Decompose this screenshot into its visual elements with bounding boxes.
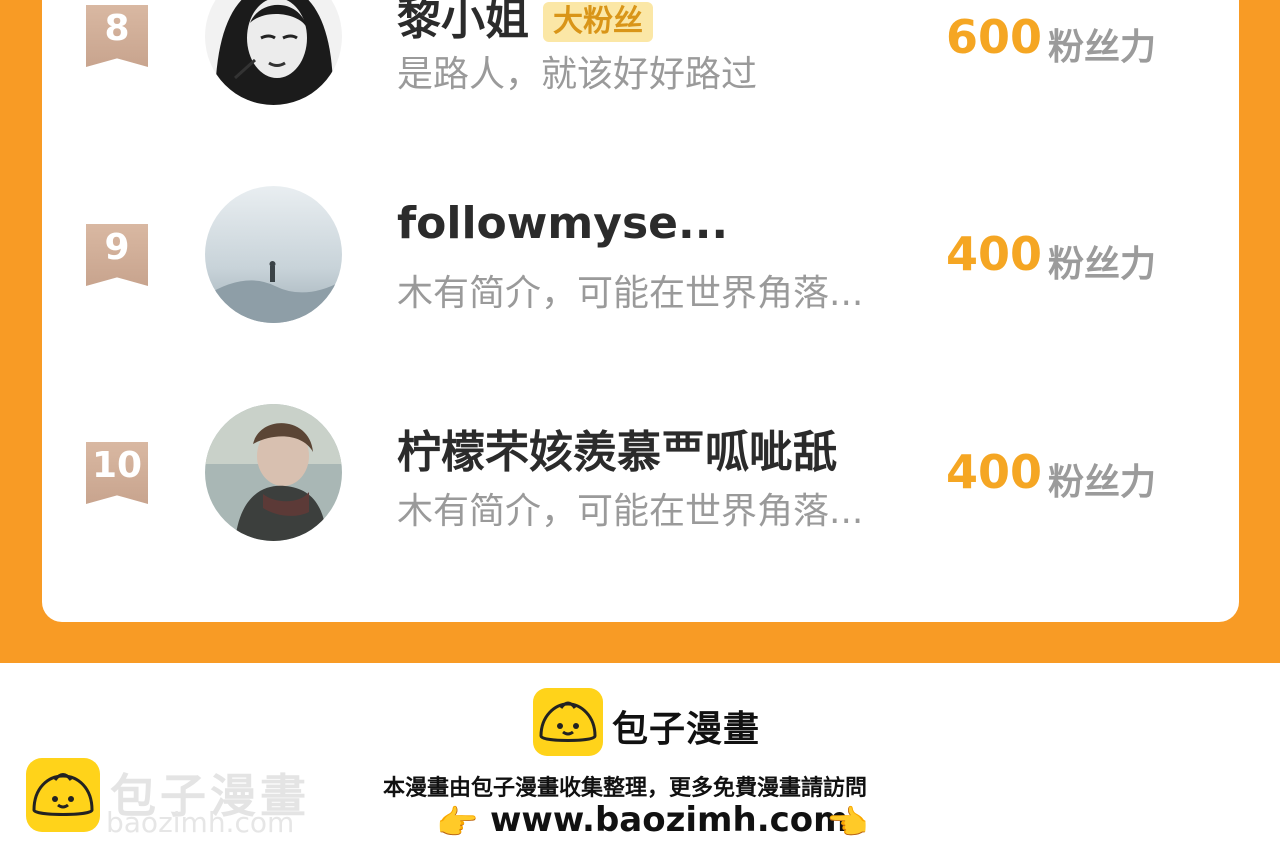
pointing-left-icon: 👈 (826, 803, 869, 843)
baozi-logo-icon[interactable] (533, 688, 603, 756)
user-bio: 木有简介，可能在世界角落... (397, 491, 864, 532)
rank-ribbon: 10 (86, 442, 148, 504)
user-name[interactable]: followmyse... (397, 198, 728, 249)
site-link[interactable]: www.baozimh.com (490, 800, 849, 840)
avatar[interactable] (205, 186, 342, 323)
fans-power-value: 400 (946, 445, 1043, 499)
watermark-domain: baozimh.com (106, 806, 295, 839)
fans-power-label: 粉丝力 (1048, 244, 1157, 285)
fans-power-label: 粉丝力 (1048, 27, 1157, 68)
user-name-text[interactable]: 黎小姐 (397, 0, 529, 45)
fans-power-value: 400 (946, 227, 1043, 281)
rank-ribbon: 8 (86, 5, 148, 67)
ranking-row[interactable]: 10 柠檬芣姟羨慕覀呱呲舐 木有简介，可能在世界角落... 400 粉丝力 (0, 400, 1280, 541)
rank-ribbon: 9 (86, 224, 148, 286)
user-bio: 是路人，就该好好路过 (397, 54, 758, 95)
pointing-right-icon: 👉 (436, 803, 479, 843)
baozi-watermark-icon (26, 758, 100, 832)
fans-power-value: 600 (946, 10, 1043, 64)
brand-title[interactable]: 包子漫畫 (612, 700, 760, 752)
user-name[interactable]: 柠檬芣姟羨慕覀呱呲舐 (397, 416, 837, 480)
user-bio: 木有简介，可能在世界角落... (397, 273, 864, 314)
footer-note: 本漫畫由包子漫畫收集整理，更多免費漫畫請訪問 (383, 776, 868, 801)
user-name[interactable]: 黎小姐 大粉丝 (397, 0, 653, 47)
avatar[interactable] (205, 404, 342, 541)
fans-power-label: 粉丝力 (1048, 462, 1157, 503)
fan-level-badge: 大粉丝 (543, 2, 653, 42)
ranking-row[interactable]: 9 followmyse... 木有简介，可能在世界角落... 400 粉丝力 (0, 182, 1280, 323)
ranking-row[interactable]: 8 黎小姐 大粉丝 是路人，就该好好路过 600 粉丝力 (0, 0, 1280, 105)
avatar[interactable] (205, 0, 342, 105)
